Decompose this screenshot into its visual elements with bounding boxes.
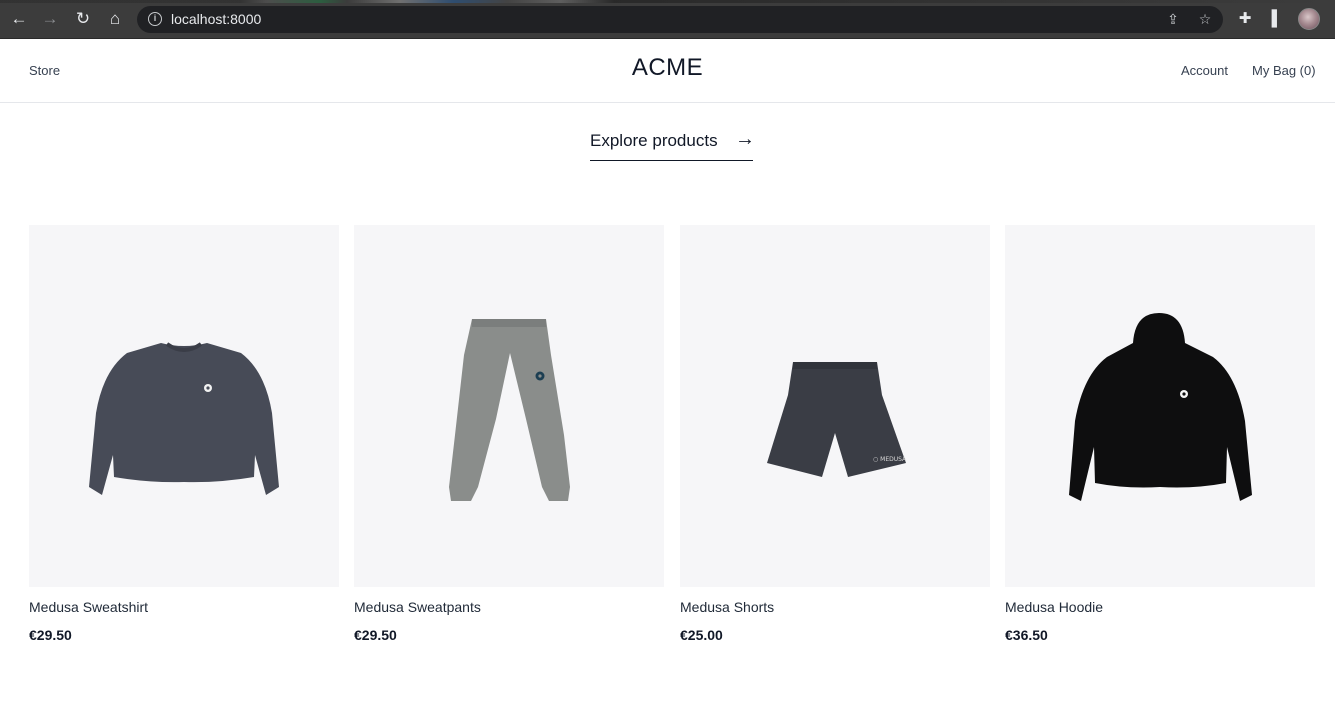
extensions-icon[interactable]: ✚	[1236, 10, 1254, 28]
shorts-image[interactable]: ○ MEDUSA	[680, 225, 990, 587]
store-header: Store ACME Account My Bag (0)	[0, 39, 1335, 103]
tab-strip	[0, 0, 1335, 3]
back-icon[interactable]: ←	[9, 9, 29, 29]
profile-avatar[interactable]	[1298, 8, 1320, 30]
hoodie-image[interactable]	[1005, 225, 1315, 587]
sweatshirt-image[interactable]	[29, 225, 339, 587]
bag-link[interactable]: My Bag (0)	[1252, 63, 1316, 78]
product-card[interactable]: Medusa Hoodie €36.50	[1005, 225, 1315, 643]
reload-icon[interactable]: ↻	[73, 9, 93, 29]
svg-text:○ MEDUSA: ○ MEDUSA	[873, 456, 907, 463]
address-bar[interactable]: i localhost:8000 ⇪ ☆	[137, 6, 1223, 33]
product-price: €25.00	[680, 627, 723, 643]
explore-products-link[interactable]: Explore products →	[590, 128, 755, 161]
home-icon[interactable]: ⌂	[105, 9, 125, 29]
url-text[interactable]: localhost:8000	[171, 11, 261, 27]
bookmark-star-icon[interactable]: ☆	[1197, 11, 1213, 27]
product-card[interactable]: ○ MEDUSA Medusa Shorts €25.00	[680, 225, 990, 643]
browser-toolbar: ← → ↻ ⌂ i localhost:8000 ⇪ ☆ ✚ ▌	[0, 0, 1335, 39]
product-card[interactable]: Medusa Sweatpants €29.50	[354, 225, 664, 643]
forward-icon[interactable]: →	[40, 9, 60, 29]
product-price: €29.50	[29, 627, 72, 643]
site-info-icon[interactable]: i	[148, 12, 162, 26]
product-name[interactable]: Medusa Sweatshirt	[29, 599, 148, 615]
product-name[interactable]: Medusa Shorts	[680, 599, 774, 615]
explore-products-label: Explore products	[590, 131, 718, 150]
brand-logo[interactable]: ACME	[632, 54, 703, 81]
sweatpants-image[interactable]	[354, 225, 664, 587]
product-name[interactable]: Medusa Sweatpants	[354, 599, 481, 615]
product-price: €36.50	[1005, 627, 1048, 643]
product-name[interactable]: Medusa Hoodie	[1005, 599, 1103, 615]
share-icon[interactable]: ⇪	[1165, 11, 1181, 27]
arrow-right-icon: →	[735, 128, 755, 150]
brand-logo-wrap: ACME	[0, 54, 1335, 82]
side-panel-icon[interactable]: ▌	[1268, 10, 1286, 28]
product-card[interactable]: Medusa Sweatshirt €29.50	[29, 225, 339, 643]
product-price: €29.50	[354, 627, 397, 643]
account-link[interactable]: Account	[1181, 63, 1228, 78]
